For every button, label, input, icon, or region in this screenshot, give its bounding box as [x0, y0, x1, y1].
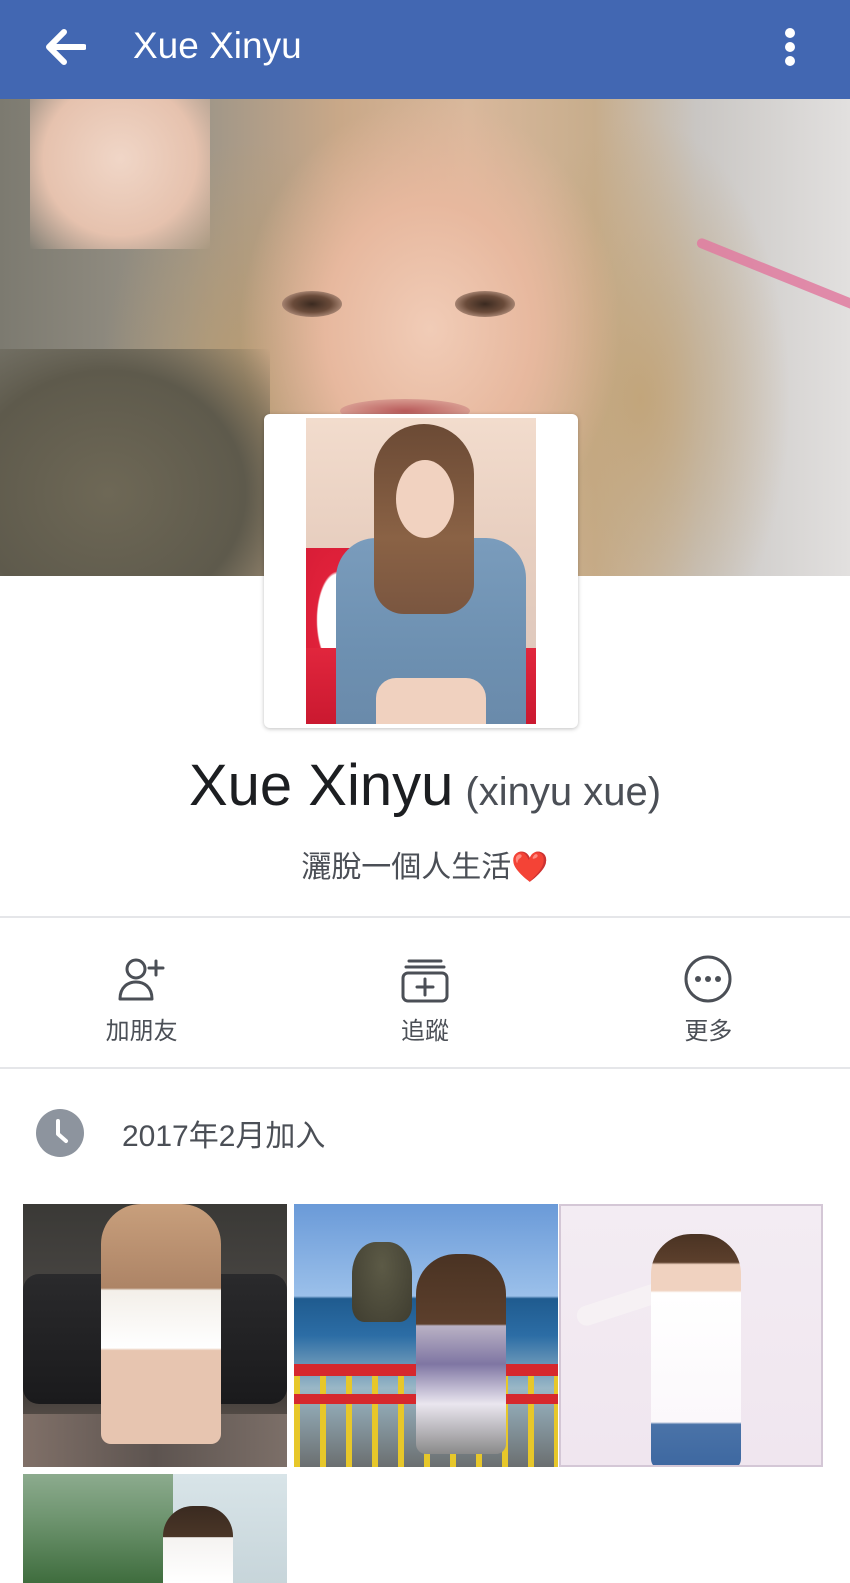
- divider-bottom: [0, 1067, 850, 1069]
- cover-photo-eye-left: [282, 291, 342, 317]
- photo-person: [416, 1254, 506, 1454]
- cover-photo-cord: [695, 236, 850, 322]
- avatar-face: [396, 460, 454, 538]
- photo-tile[interactable]: [23, 1204, 287, 1467]
- more-label: 更多: [684, 1016, 733, 1045]
- avatar-legs: [376, 678, 486, 724]
- add-friend-button[interactable]: 加朋友: [0, 925, 283, 1067]
- divider-top: [0, 916, 850, 918]
- more-horizontal-icon: [684, 955, 732, 1002]
- more-vertical-icon: [785, 28, 795, 66]
- follow-button[interactable]: 追蹤: [283, 925, 566, 1067]
- profile-picture-image: [306, 418, 536, 724]
- photo-tile[interactable]: [294, 1204, 558, 1467]
- clock-icon: [36, 1109, 84, 1157]
- photo-person: [651, 1234, 741, 1465]
- follow-icon: [401, 959, 449, 1002]
- profile-name: Xue Xinyu (xinyu xue): [0, 752, 850, 819]
- photo-person: [101, 1204, 221, 1444]
- profile-name-alternate: (xinyu xue): [465, 770, 662, 814]
- photo-rock: [352, 1242, 412, 1322]
- cover-photo-sweater: [0, 349, 270, 576]
- cover-photo-eye-right: [455, 291, 515, 317]
- photo-grid: [23, 1204, 827, 1583]
- heart-emoji: ❤️: [511, 850, 549, 885]
- top-app-bar: Xue Xinyu: [0, 0, 850, 99]
- more-button[interactable]: 更多: [567, 925, 850, 1067]
- profile-bio: 灑脫一個人生活❤️: [0, 846, 850, 890]
- overflow-menu-button[interactable]: [770, 22, 810, 72]
- profile-picture[interactable]: [264, 414, 578, 728]
- profile-actions: 加朋友 追蹤 更多: [0, 925, 850, 1067]
- page-title: Xue Xinyu: [133, 25, 302, 66]
- follow-label: 追蹤: [400, 1016, 449, 1045]
- joined-text: 2017年2月加入: [122, 1120, 326, 1153]
- arrow-left-icon: [46, 29, 86, 65]
- add-friend-icon: [118, 958, 165, 1000]
- back-button[interactable]: [38, 20, 92, 74]
- profile-name-primary: Xue Xinyu: [188, 753, 454, 818]
- photo-person: [163, 1506, 233, 1583]
- bio-text: 灑脫一個人生活: [301, 850, 512, 885]
- add-friend-label: 加朋友: [105, 1016, 178, 1045]
- photo-tile[interactable]: [23, 1474, 287, 1583]
- cover-photo-hand: [30, 99, 210, 249]
- photo-tile[interactable]: [559, 1204, 823, 1467]
- joined-row: 2017年2月加入: [36, 1108, 325, 1158]
